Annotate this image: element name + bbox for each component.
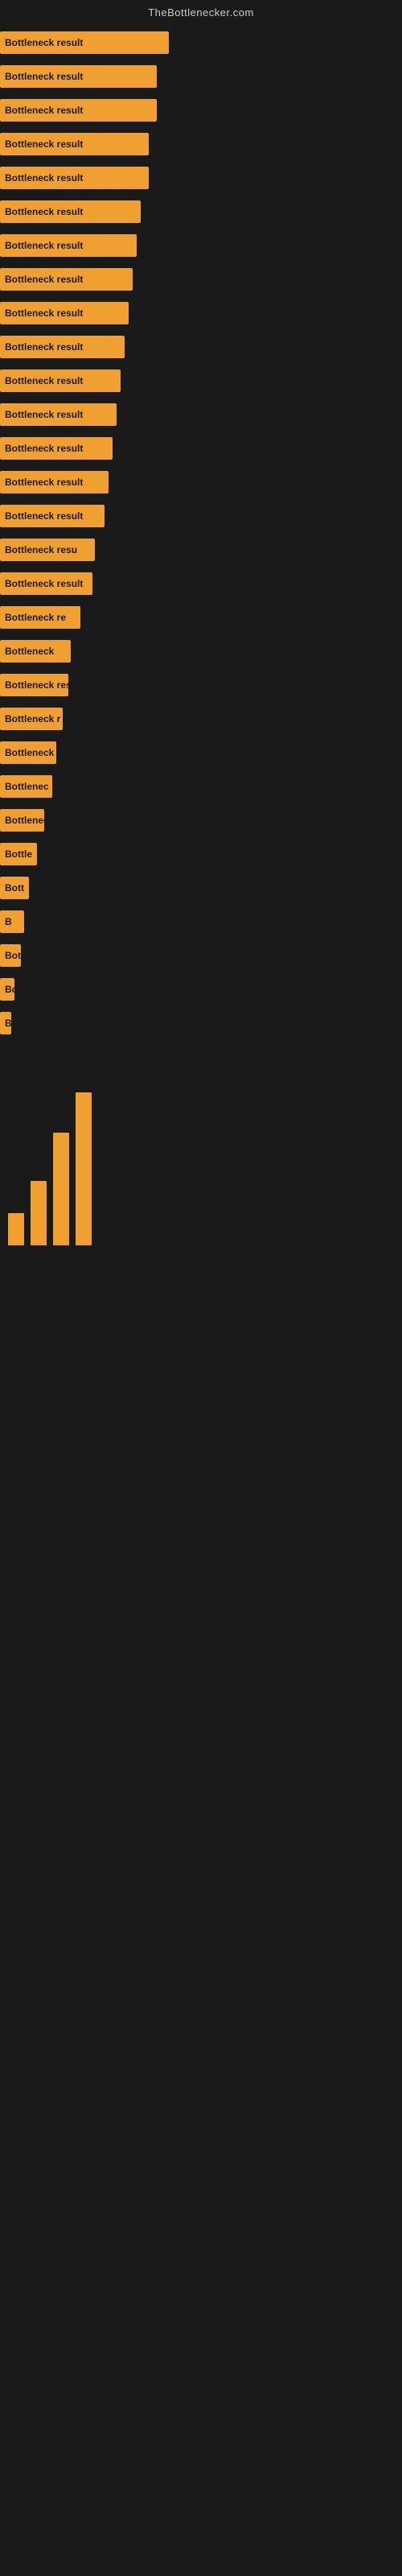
bar-row-17: Bottleneck result — [0, 571, 402, 597]
bar-row-21: Bottleneck r — [0, 706, 402, 732]
bars-container: Bottleneck result Bottleneck result Bottle… — [0, 22, 402, 1036]
bar-row-12: Bottleneck result — [0, 402, 402, 427]
bar-row-8: Bottleneck result — [0, 266, 402, 292]
bar-label-28: Bot — [5, 950, 21, 961]
bar-19: Bottleneck — [0, 640, 71, 663]
bar-label-11: Bottleneck result — [5, 375, 83, 386]
bar-row-5: Bottleneck result — [0, 165, 402, 191]
bar-row-26: Bott — [0, 875, 402, 901]
bar-28: Bot — [0, 944, 21, 967]
bar-15: Bottleneck result — [0, 505, 105, 527]
bar-label-20: Bottleneck res — [5, 679, 68, 691]
bar-7: Bottleneck result — [0, 234, 137, 257]
vertical-bar-3 — [53, 1133, 69, 1245]
bar-row-13: Bottleneck result — [0, 436, 402, 461]
bar-2: Bottleneck result — [0, 65, 157, 88]
bar-row-19: Bottleneck — [0, 638, 402, 664]
bar-label-12: Bottleneck result — [5, 409, 83, 420]
bar-label-3: Bottleneck result — [5, 105, 83, 116]
bar-label-26: Bott — [5, 882, 24, 894]
bar-12: Bottleneck result — [0, 403, 117, 426]
bar-row-22: Bottleneck resu — [0, 740, 402, 766]
bar-label-7: Bottleneck result — [5, 240, 83, 251]
bar-26: Bott — [0, 877, 29, 899]
bar-label-6: Bottleneck result — [5, 206, 83, 217]
bar-24: Bottleneck re — [0, 809, 44, 832]
bar-row-18: Bottleneck re — [0, 605, 402, 630]
bar-row-9: Bottleneck result — [0, 300, 402, 326]
bar-23: Bottlenec — [0, 775, 52, 798]
bar-row-16: Bottleneck resu — [0, 537, 402, 563]
bar-label-19: Bottleneck — [5, 646, 54, 657]
bar-row-28: Bot — [0, 943, 402, 968]
bar-10: Bottleneck result — [0, 336, 125, 358]
bar-1: Bottleneck result — [0, 31, 169, 54]
bar-label-17: Bottleneck result — [5, 578, 83, 589]
bar-label-30: B — [5, 1018, 11, 1029]
bar-label-9: Bottleneck result — [5, 308, 83, 319]
site-title: TheBottlenecker.com — [148, 6, 254, 19]
bar-8: Bottleneck result — [0, 268, 133, 291]
bar-row-7: Bottleneck result — [0, 233, 402, 258]
bar-16: Bottleneck resu — [0, 539, 95, 561]
bar-label-27: B — [5, 916, 12, 927]
bar-row-2: Bottleneck result — [0, 64, 402, 89]
bar-label-1: Bottleneck result — [5, 37, 83, 48]
bar-row-10: Bottleneck result — [0, 334, 402, 360]
bar-label-25: Bottle — [5, 848, 32, 860]
bar-row-25: Bottle — [0, 841, 402, 867]
bar-label-10: Bottleneck result — [5, 341, 83, 353]
bar-13: Bottleneck result — [0, 437, 113, 460]
bar-label-21: Bottleneck r — [5, 713, 60, 724]
bar-row-23: Bottlenec — [0, 774, 402, 799]
bar-row-11: Bottleneck result — [0, 368, 402, 394]
site-header: TheBottlenecker.com — [0, 0, 402, 22]
vertical-bar-4 — [76, 1092, 92, 1245]
bar-label-22: Bottleneck resu — [5, 747, 56, 758]
bar-25: Bottle — [0, 843, 37, 865]
bar-row-15: Bottleneck result — [0, 503, 402, 529]
bar-row-6: Bottleneck result — [0, 199, 402, 225]
bar-5: Bottleneck result — [0, 167, 149, 189]
bar-row-29: Bottlen — [0, 976, 402, 1002]
bar-label-14: Bottleneck result — [5, 477, 83, 488]
bar-label-16: Bottleneck resu — [5, 544, 77, 555]
bar-21: Bottleneck r — [0, 708, 63, 730]
bar-row-30: B — [0, 1010, 402, 1036]
bar-row-14: Bottleneck result — [0, 469, 402, 495]
bar-row-24: Bottleneck re — [0, 807, 402, 833]
bar-label-13: Bottleneck result — [5, 443, 83, 454]
vertical-bar-1 — [8, 1213, 24, 1245]
bar-3: Bottleneck result — [0, 99, 157, 122]
filler-space — [0, 1245, 402, 1567]
bar-row-27: B — [0, 909, 402, 935]
bar-label-18: Bottleneck re — [5, 612, 66, 623]
bar-18: Bottleneck re — [0, 606, 80, 629]
bar-row-3: Bottleneck result — [0, 97, 402, 123]
bar-row-1: Bottleneck result — [0, 30, 402, 56]
bar-label-8: Bottleneck result — [5, 274, 83, 285]
bar-4: Bottleneck result — [0, 133, 149, 155]
bar-label-23: Bottlenec — [5, 781, 49, 792]
bar-label-24: Bottleneck re — [5, 815, 44, 826]
bar-row-20: Bottleneck res — [0, 672, 402, 698]
bar-20: Bottleneck res — [0, 674, 68, 696]
bar-6: Bottleneck result — [0, 200, 141, 223]
bar-17: Bottleneck result — [0, 572, 92, 595]
bar-30: B — [0, 1012, 11, 1034]
bar-label-15: Bottleneck result — [5, 510, 83, 522]
bar-29: Bottlen — [0, 978, 14, 1001]
vertical-bars-section — [0, 1084, 402, 1245]
bar-label-29: Bottlen — [5, 984, 14, 995]
bar-label-4: Bottleneck result — [5, 138, 83, 150]
bar-22: Bottleneck resu — [0, 741, 56, 764]
bar-27: B — [0, 910, 24, 933]
bar-9: Bottleneck result — [0, 302, 129, 324]
vertical-bar-2 — [31, 1181, 47, 1245]
bar-11: Bottleneck result — [0, 369, 121, 392]
bar-14: Bottleneck result — [0, 471, 109, 493]
bar-label-2: Bottleneck result — [5, 71, 83, 82]
bar-row-4: Bottleneck result — [0, 131, 402, 157]
bar-label-5: Bottleneck result — [5, 172, 83, 184]
